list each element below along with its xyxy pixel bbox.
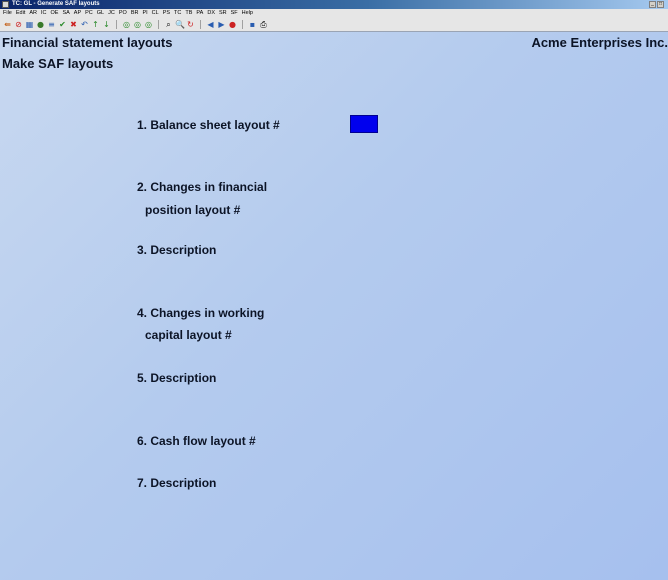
list-icon[interactable]: ≡: [47, 20, 56, 29]
menu-pc[interactable]: PC: [85, 9, 93, 18]
toolbar: ⇚ ⊘ ▦ ● ≡ ✔ ✖ ↶ ↑ ↓ ◎ ◎ ◎ ⌕ 🔍 ↻ ◀ ▶ ● ▪ ⎙: [0, 18, 668, 32]
menu-sr[interactable]: SR: [219, 9, 227, 18]
menu-edit[interactable]: Edit: [16, 9, 25, 18]
refresh-icon[interactable]: ◎: [122, 20, 131, 29]
maximize-button[interactable]: □: [657, 1, 664, 8]
field-balance-sheet-layout: 1. Balance sheet layout #: [137, 118, 280, 132]
clear-icon[interactable]: ◎: [133, 20, 142, 29]
menu-sa[interactable]: SA: [62, 9, 69, 18]
menu-tc[interactable]: TC: [174, 9, 181, 18]
screen-title: Financial statement layouts: [2, 35, 173, 50]
title-bar: TC: GL - Generate SAF layouts _ □: [0, 0, 668, 9]
exit-icon[interactable]: ⇚: [3, 20, 12, 29]
field-description-7: 7. Description: [137, 476, 217, 490]
company-name: Acme Enterprises Inc.: [531, 35, 668, 50]
field-changes-financial: 2. Changes in financial: [137, 180, 268, 194]
minimize-button[interactable]: _: [649, 1, 656, 8]
stop-icon[interactable]: ⊘: [14, 20, 23, 29]
menu-help[interactable]: Help: [242, 9, 253, 18]
menu-po[interactable]: PO: [119, 9, 127, 18]
screen-subtitle: Make SAF layouts: [2, 56, 114, 71]
next-icon[interactable]: ▶: [217, 20, 226, 29]
color-icon[interactable]: ●: [36, 20, 45, 29]
print-icon[interactable]: ⎙: [259, 20, 268, 29]
app-window: TC: GL - Generate SAF layouts _ □ File Ed…: [0, 0, 668, 580]
field-cash-flow-layout: 6. Cash flow layout #: [137, 434, 256, 448]
menu-ps[interactable]: PS: [163, 9, 170, 18]
reload-icon[interactable]: ↻: [186, 20, 195, 29]
menu-bar: File Edit AR IC OE SA AP PC GL JC PO BR PI CL PS TC TB PA…: [0, 9, 668, 18]
menu-br[interactable]: BR: [131, 9, 139, 18]
cancel-icon[interactable]: ✖: [69, 20, 78, 29]
toolbar-separator: [158, 20, 159, 29]
field-capital-layout: capital layout #: [145, 328, 232, 342]
app-icon: [2, 1, 9, 8]
save-icon[interactable]: ▪: [248, 20, 257, 29]
menu-cl[interactable]: CL: [152, 9, 159, 18]
menu-file[interactable]: File: [3, 9, 12, 18]
toolbar-separator: [200, 20, 201, 29]
field-description-5: 5. Description: [137, 371, 217, 385]
menu-pa[interactable]: PA: [196, 9, 203, 18]
field-changes-working: 4. Changes in working: [137, 306, 265, 320]
accept-icon[interactable]: ✔: [58, 20, 67, 29]
up-icon[interactable]: ↑: [91, 20, 100, 29]
menu-oe[interactable]: OE: [51, 9, 59, 18]
menu-gl[interactable]: GL: [97, 9, 104, 18]
previous-icon[interactable]: ◀: [206, 20, 215, 29]
balance-sheet-layout-input[interactable]: [350, 115, 378, 133]
settings-icon[interactable]: ◎: [144, 20, 153, 29]
menu-sf[interactable]: SF: [231, 9, 238, 18]
calculator-icon[interactable]: ▦: [25, 20, 34, 29]
down-icon[interactable]: ↓: [102, 20, 111, 29]
menu-pi[interactable]: PI: [142, 9, 147, 18]
record-icon[interactable]: ●: [228, 20, 237, 29]
window-controls: _ □: [649, 1, 664, 8]
menu-tb[interactable]: TB: [185, 9, 192, 18]
menu-jc[interactable]: JC: [108, 9, 115, 18]
menu-ar[interactable]: AR: [29, 9, 37, 18]
menu-ic[interactable]: IC: [41, 9, 47, 18]
toolbar-separator: [242, 20, 243, 29]
menu-dx[interactable]: DX: [207, 9, 215, 18]
field-position-layout: position layout #: [145, 203, 241, 217]
window-title: TC: GL - Generate SAF layouts: [12, 1, 100, 7]
undo-icon[interactable]: ↶: [80, 20, 89, 29]
field-description-3: 3. Description: [137, 243, 217, 257]
menu-ap[interactable]: AP: [74, 9, 81, 18]
find-icon[interactable]: ⌕: [164, 20, 173, 29]
zoom-icon[interactable]: 🔍: [175, 20, 185, 29]
toolbar-separator: [116, 20, 117, 29]
